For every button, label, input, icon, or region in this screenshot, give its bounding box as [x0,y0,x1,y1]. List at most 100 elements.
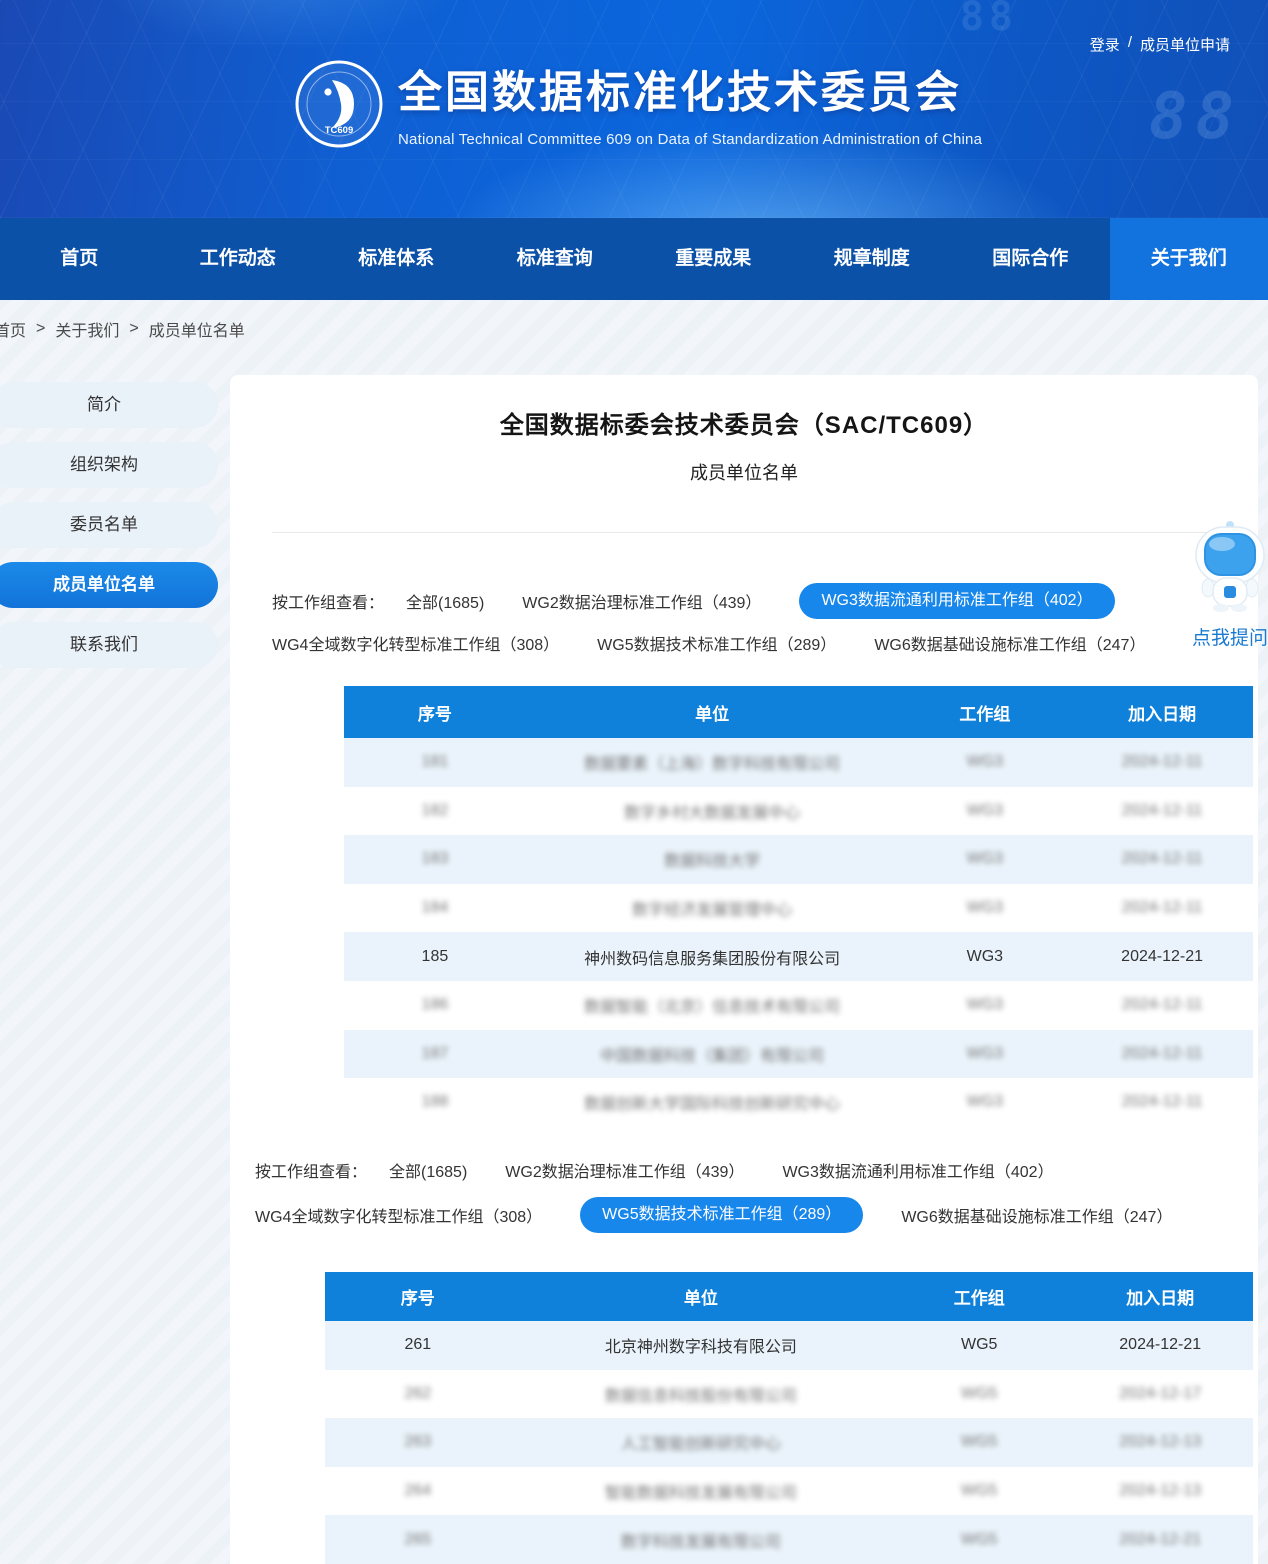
workgroup-cell: WG3 [898,1078,1071,1127]
join-date-cell: 2024-12-11 [1071,738,1253,787]
breadcrumb-current: 成员单位名单 [149,317,245,341]
unit-cell: 人工智能创新研究中心 [511,1418,891,1467]
unit-cell: 数字乡村大数据发展中心 [526,787,899,836]
nav-item-news[interactable]: 工作动态 [159,218,318,300]
account-links: 登录 / 成员单位申请 [1090,34,1230,55]
nav-item-standard-system[interactable]: 标准体系 [317,218,476,300]
row-number-cell: 187 [344,1030,526,1079]
header-decor-digits-2: 88 [960,0,1018,40]
row-number-cell: 186 [344,981,526,1030]
join-date-cell: 2024-12-13 [1067,1418,1253,1467]
join-date-cell: 2024-12-11 [1071,835,1253,884]
workgroup-cell: WG3 [898,835,1071,884]
breadcrumb-separator: > [36,320,45,338]
table-row: 187 中国数据科技（集团）有限公司 WG3 2024-12-11 [344,1030,1253,1079]
table-row: 181 数据要素（上海）数字科技有限公司 WG3 2024-12-11 [344,738,1253,787]
site-title-block: 全国数据标准化技术委员会 National Technical Committe… [398,56,982,148]
row-number-cell: 188 [344,1078,526,1127]
row-number-cell: 183 [344,835,526,884]
workgroup-cell: WG3 [898,787,1071,836]
filter-section-wg5: 按工作组查看： 全部(1685) WG2数据治理标准工作组（439） WG3数据… [255,1155,1210,1233]
sidebar-item-committee-list[interactable]: 委员名单 [0,502,218,548]
site-header: 88 88 登录 / 成员单位申请 TC609 全国数据标准化技术委员会 Nat… [0,0,1268,218]
header-unit: 单位 [526,686,899,738]
login-separator: / [1128,34,1132,55]
row-number-cell: 263 [325,1418,511,1467]
table-row: 264 智能数据科技发展有限公司 WG5 2024-12-13 [325,1467,1253,1516]
join-date-cell: 2024-12-21 [1067,1321,1253,1370]
filter-all[interactable]: 全部(1685) [406,589,484,613]
divider [272,532,1250,533]
unit-cell: 数据科技大学 [526,835,899,884]
sidebar-item-intro[interactable]: 简介 [0,382,218,428]
table-row: 182 数字乡村大数据发展中心 WG3 2024-12-11 [344,787,1253,836]
breadcrumb: 首页 > 关于我们 > 成员单位名单 [0,300,245,358]
filter-wg2[interactable]: WG2数据治理标准工作组（439） [522,589,761,613]
row-number-cell: 185 [344,932,526,981]
table-header-row: 序号 单位 工作组 加入日期 [325,1272,1253,1321]
table-row: 185 神州数码信息服务集团股份有限公司 WG3 2024-12-21 [344,932,1253,981]
row-number-cell: 261 [325,1321,511,1370]
nav-item-regulations[interactable]: 规章制度 [793,218,952,300]
table-row: 263 人工智能创新研究中心 WG5 2024-12-13 [325,1418,1253,1467]
breadcrumb-home[interactable]: 首页 [0,317,26,341]
workgroup-cell: WG3 [898,884,1071,933]
nav-item-standard-search[interactable]: 标准查询 [476,218,635,300]
login-link[interactable]: 登录 [1090,34,1120,55]
nav-item-international[interactable]: 国际合作 [951,218,1110,300]
header-unit: 单位 [511,1272,891,1321]
page-subtitle: 成员单位名单 [230,459,1258,485]
assistant-robot-icon[interactable] [1189,520,1268,612]
filter-wg3-active[interactable]: WG3数据流通利用标准工作组（402） [799,583,1114,619]
committee-logo-icon: TC609 [295,60,383,148]
table-row: 188 数据创新大学国际科技创新研究中心 WG3 2024-12-11 [344,1078,1253,1127]
join-date-cell: 2024-12-21 [1071,932,1253,981]
page: 88 88 登录 / 成员单位申请 TC609 全国数据标准化技术委员会 Nat… [0,0,1268,1564]
filter-wg5-active[interactable]: WG5数据技术标准工作组（289） [580,1197,863,1233]
row-number-cell: 264 [325,1467,511,1516]
nav-item-achievements[interactable]: 重要成果 [634,218,793,300]
member-apply-link[interactable]: 成员单位申请 [1140,34,1230,55]
filter-wg6[interactable]: WG6数据基础设施标准工作组（247） [901,1203,1172,1227]
assistant-widget: 点我提问 [1180,520,1268,650]
nav-item-about-us[interactable]: 关于我们 [1110,218,1268,300]
svg-text:TC609: TC609 [325,125,354,136]
filter-wg6[interactable]: WG6数据基础设施标准工作组（247） [874,631,1145,655]
table-row: 262 数据信息科技股份有限公司 WG5 2024-12-17 [325,1370,1253,1419]
filter-wg2[interactable]: WG2数据治理标准工作组（439） [505,1158,744,1182]
workgroup-cell: WG5 [891,1321,1067,1370]
table-row: 184 数字经济发展管理中心 WG3 2024-12-11 [344,884,1253,933]
table-row: 261 北京神州数字科技有限公司 WG5 2024-12-21 [325,1321,1253,1370]
filter-wg4[interactable]: WG4全域数字化转型标准工作组（308） [255,1203,542,1227]
breadcrumb-about[interactable]: 关于我们 [55,317,119,341]
header-join-date: 加入日期 [1071,686,1253,738]
row-number-cell: 262 [325,1370,511,1419]
row-number-cell: 181 [344,738,526,787]
site-subtitle-en: National Technical Committee 609 on Data… [398,131,982,148]
table-header-row: 序号 单位 工作组 加入日期 [344,686,1253,738]
main-nav: 首页 工作动态 标准体系 标准查询 重要成果 规章制度 国际合作 关于我们 [0,218,1268,300]
site-title: 全国数据标准化技术委员会 [398,56,982,120]
sidebar-item-member-units[interactable]: 成员单位名单 [0,562,218,608]
table-row: 265 数字科技发展有限公司 WG5 2024-12-21 [325,1515,1253,1564]
join-date-cell: 2024-12-21 [1067,1515,1253,1564]
ask-me-button[interactable]: 点我提问 [1180,623,1268,650]
nav-item-home[interactable]: 首页 [0,218,159,300]
filter-wg4[interactable]: WG4全域数字化转型标准工作组（308） [272,631,559,655]
sidebar-item-structure[interactable]: 组织架构 [0,442,218,488]
workgroup-cell: WG3 [898,932,1071,981]
filter-wg3[interactable]: WG3数据流通利用标准工作组（402） [782,1158,1053,1182]
filter-all[interactable]: 全部(1685) [389,1158,467,1182]
sidebar-item-contact[interactable]: 联系我们 [0,622,218,668]
filter-group-label: 按工作组查看： [255,1158,367,1182]
header-no: 序号 [325,1272,511,1321]
filter-section-wg3: 按工作组查看： 全部(1685) WG2数据治理标准工作组（439） WG3数据… [272,583,1183,655]
filter-wg5[interactable]: WG5数据技术标准工作组（289） [597,631,836,655]
workgroup-cell: WG3 [898,1030,1071,1079]
join-date-cell: 2024-12-11 [1071,1030,1253,1079]
join-date-cell: 2024-12-13 [1067,1467,1253,1516]
workgroup-cell: WG3 [898,981,1071,1030]
table-row: 183 数据科技大学 WG3 2024-12-11 [344,835,1253,884]
unit-cell: 数据要素（上海）数字科技有限公司 [526,738,899,787]
main-content-card: 全国数据标委会技术委员会（SAC/TC609） 成员单位名单 点我提问 [230,375,1258,1564]
